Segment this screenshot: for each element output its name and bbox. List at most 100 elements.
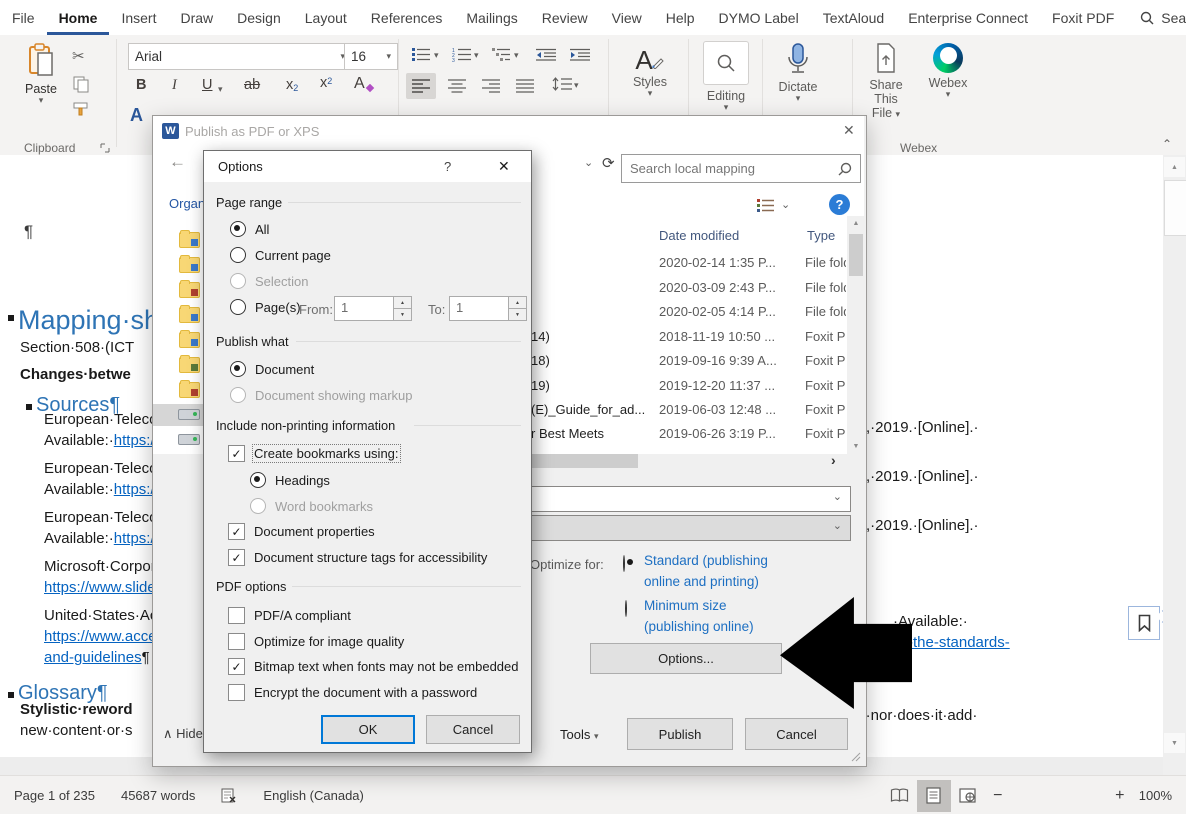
share-this-file-button[interactable]: Share This File ▾	[856, 43, 916, 120]
zoom-in-icon[interactable]: +	[1107, 787, 1133, 805]
clear-formatting-button[interactable]: A	[354, 75, 375, 93]
column-date-modified[interactable]: Date modified	[659, 228, 739, 243]
options-close-icon[interactable]: ✕	[498, 158, 510, 175]
scrollbar-thumb[interactable]	[849, 234, 863, 276]
bullet-list-icon[interactable]	[412, 47, 431, 62]
underline-caret-icon[interactable]: ▾	[218, 85, 223, 94]
webex-button[interactable]: Webex ▾	[922, 43, 974, 99]
resize-grip-icon[interactable]	[851, 752, 861, 762]
decrease-indent-icon[interactable]	[536, 47, 556, 62]
clipboard-dialog-launcher-icon[interactable]	[100, 143, 110, 153]
spin-up-icon[interactable]: ▲	[394, 297, 411, 309]
align-left-button[interactable]	[406, 73, 436, 99]
page-indicator[interactable]: Page 1 of 235	[14, 788, 95, 803]
radio-document[interactable]: Document	[230, 361, 314, 377]
menu-enterprise-connect[interactable]: Enterprise Connect	[896, 0, 1040, 35]
numbered-list-icon[interactable]: 123	[452, 47, 471, 62]
search-input[interactable]	[622, 161, 838, 176]
menu-search[interactable]: Search	[1126, 10, 1186, 26]
menu-file[interactable]: File	[0, 0, 47, 35]
scroll-up-icon[interactable]: ▲	[847, 216, 865, 227]
subscript-button[interactable]: x2	[286, 77, 298, 93]
numbered-list-caret-icon[interactable]: ▾	[474, 51, 479, 60]
proofing-status-icon[interactable]	[221, 788, 237, 804]
publish-close-icon[interactable]: ✕	[843, 122, 855, 139]
cut-icon[interactable]: ✂	[72, 47, 85, 65]
align-center-icon[interactable]	[448, 79, 466, 93]
underline-button[interactable]: U	[202, 77, 212, 93]
bookmark-icon[interactable]	[1128, 606, 1160, 640]
checkbox-document-properties[interactable]: ✓Document properties	[228, 523, 375, 540]
web-layout-icon[interactable]	[951, 780, 985, 812]
print-layout-icon[interactable]	[917, 780, 951, 812]
radio-headings[interactable]: Headings	[250, 472, 330, 488]
collapse-ribbon-icon[interactable]: ⌃	[1162, 137, 1172, 151]
refresh-icon[interactable]: ⟳	[602, 154, 615, 172]
radio-minimum[interactable]	[625, 600, 627, 617]
menu-layout[interactable]: Layout	[293, 0, 359, 35]
folder-icon[interactable]	[179, 232, 200, 248]
help-icon[interactable]: ?	[829, 194, 850, 215]
menu-review[interactable]: Review	[530, 0, 600, 35]
publish-button[interactable]: Publish	[627, 718, 733, 750]
menu-design[interactable]: Design	[225, 0, 293, 35]
document-scrollbar[interactable]: ▲ ▼	[1163, 155, 1186, 775]
cancel-button[interactable]: Cancel	[745, 718, 848, 750]
justify-icon[interactable]	[516, 79, 534, 93]
read-mode-icon[interactable]	[883, 780, 917, 812]
radio-standard[interactable]	[623, 555, 625, 572]
checkbox-structure-tags[interactable]: ✓Document structure tags for accessibili…	[228, 549, 487, 566]
multilevel-list-icon[interactable]	[492, 47, 511, 62]
menu-foxit-pdf[interactable]: Foxit PDF	[1040, 0, 1126, 35]
line-spacing-caret-icon[interactable]: ▾	[574, 81, 579, 90]
menu-textaloud[interactable]: TextAloud	[811, 0, 896, 35]
align-right-icon[interactable]	[482, 79, 500, 93]
radio-pages[interactable]: Page(s)	[230, 299, 301, 315]
menu-home[interactable]: Home	[47, 0, 110, 35]
search-icon[interactable]	[838, 162, 852, 176]
font-size-combo[interactable]: 16▾	[344, 43, 398, 70]
format-painter-icon[interactable]	[72, 101, 90, 117]
menu-insert[interactable]: Insert	[109, 0, 168, 35]
bold-button[interactable]: B	[136, 77, 146, 93]
line-spacing-icon[interactable]	[552, 77, 572, 93]
superscript-button[interactable]: x2	[320, 75, 332, 91]
multilevel-list-caret-icon[interactable]: ▾	[514, 51, 519, 60]
expand-chevron-icon[interactable]: ›	[831, 452, 836, 468]
scroll-up-icon[interactable]: ▲	[1164, 157, 1185, 177]
checkbox-pdfa[interactable]: PDF/A compliant	[228, 607, 351, 624]
copy-icon[interactable]	[72, 75, 90, 93]
language-indicator[interactable]: English (Canada)	[263, 788, 363, 803]
view-options-icon[interactable]	[757, 199, 774, 212]
back-arrow-icon[interactable]: ←	[169, 152, 186, 172]
options-cancel-button[interactable]: Cancel	[426, 715, 520, 744]
checkbox-create-bookmarks[interactable]: ✓Create bookmarks using:	[228, 445, 399, 462]
editing-button[interactable]: Editing ▾	[700, 41, 752, 112]
column-type[interactable]: Type	[807, 228, 835, 243]
menu-draw[interactable]: Draw	[168, 0, 225, 35]
word-count[interactable]: 45687 words	[121, 788, 195, 803]
menu-dymo-label[interactable]: DYMO Label	[707, 0, 811, 35]
ok-button[interactable]: OK	[321, 715, 415, 744]
font-color-button[interactable]: A	[130, 105, 143, 126]
checkbox-image-quality[interactable]: Optimize for image quality	[228, 633, 404, 650]
checkbox-encrypt[interactable]: Encrypt the document with a password	[228, 684, 477, 701]
spin-up-icon[interactable]: ▲	[509, 297, 526, 309]
radio-standard-label[interactable]: Standard (publishing	[644, 553, 768, 568]
increase-indent-icon[interactable]	[570, 47, 590, 62]
menu-view[interactable]: View	[600, 0, 654, 35]
dictate-button[interactable]: Dictate ▾	[772, 43, 824, 103]
strikethrough-button[interactable]: ab	[244, 77, 260, 93]
address-dropdown-icon[interactable]: ⌄	[584, 156, 593, 169]
list-vscrollbar[interactable]: ▲ ▼	[847, 216, 865, 454]
view-options-caret-icon[interactable]: ⌄	[781, 198, 790, 211]
menu-references[interactable]: References	[359, 0, 455, 35]
zoom-out-icon[interactable]: −	[985, 787, 1011, 805]
bullet-list-caret-icon[interactable]: ▾	[434, 51, 439, 60]
scroll-down-icon[interactable]: ▼	[847, 443, 865, 450]
styles-button[interactable]: A Styles ▾	[622, 45, 678, 98]
radio-all[interactable]: All	[230, 221, 269, 237]
tools-dropdown[interactable]: Tools ▾	[560, 727, 599, 742]
scroll-down-icon[interactable]: ▼	[1164, 733, 1185, 753]
zoom-level[interactable]: 100%	[1139, 788, 1172, 803]
